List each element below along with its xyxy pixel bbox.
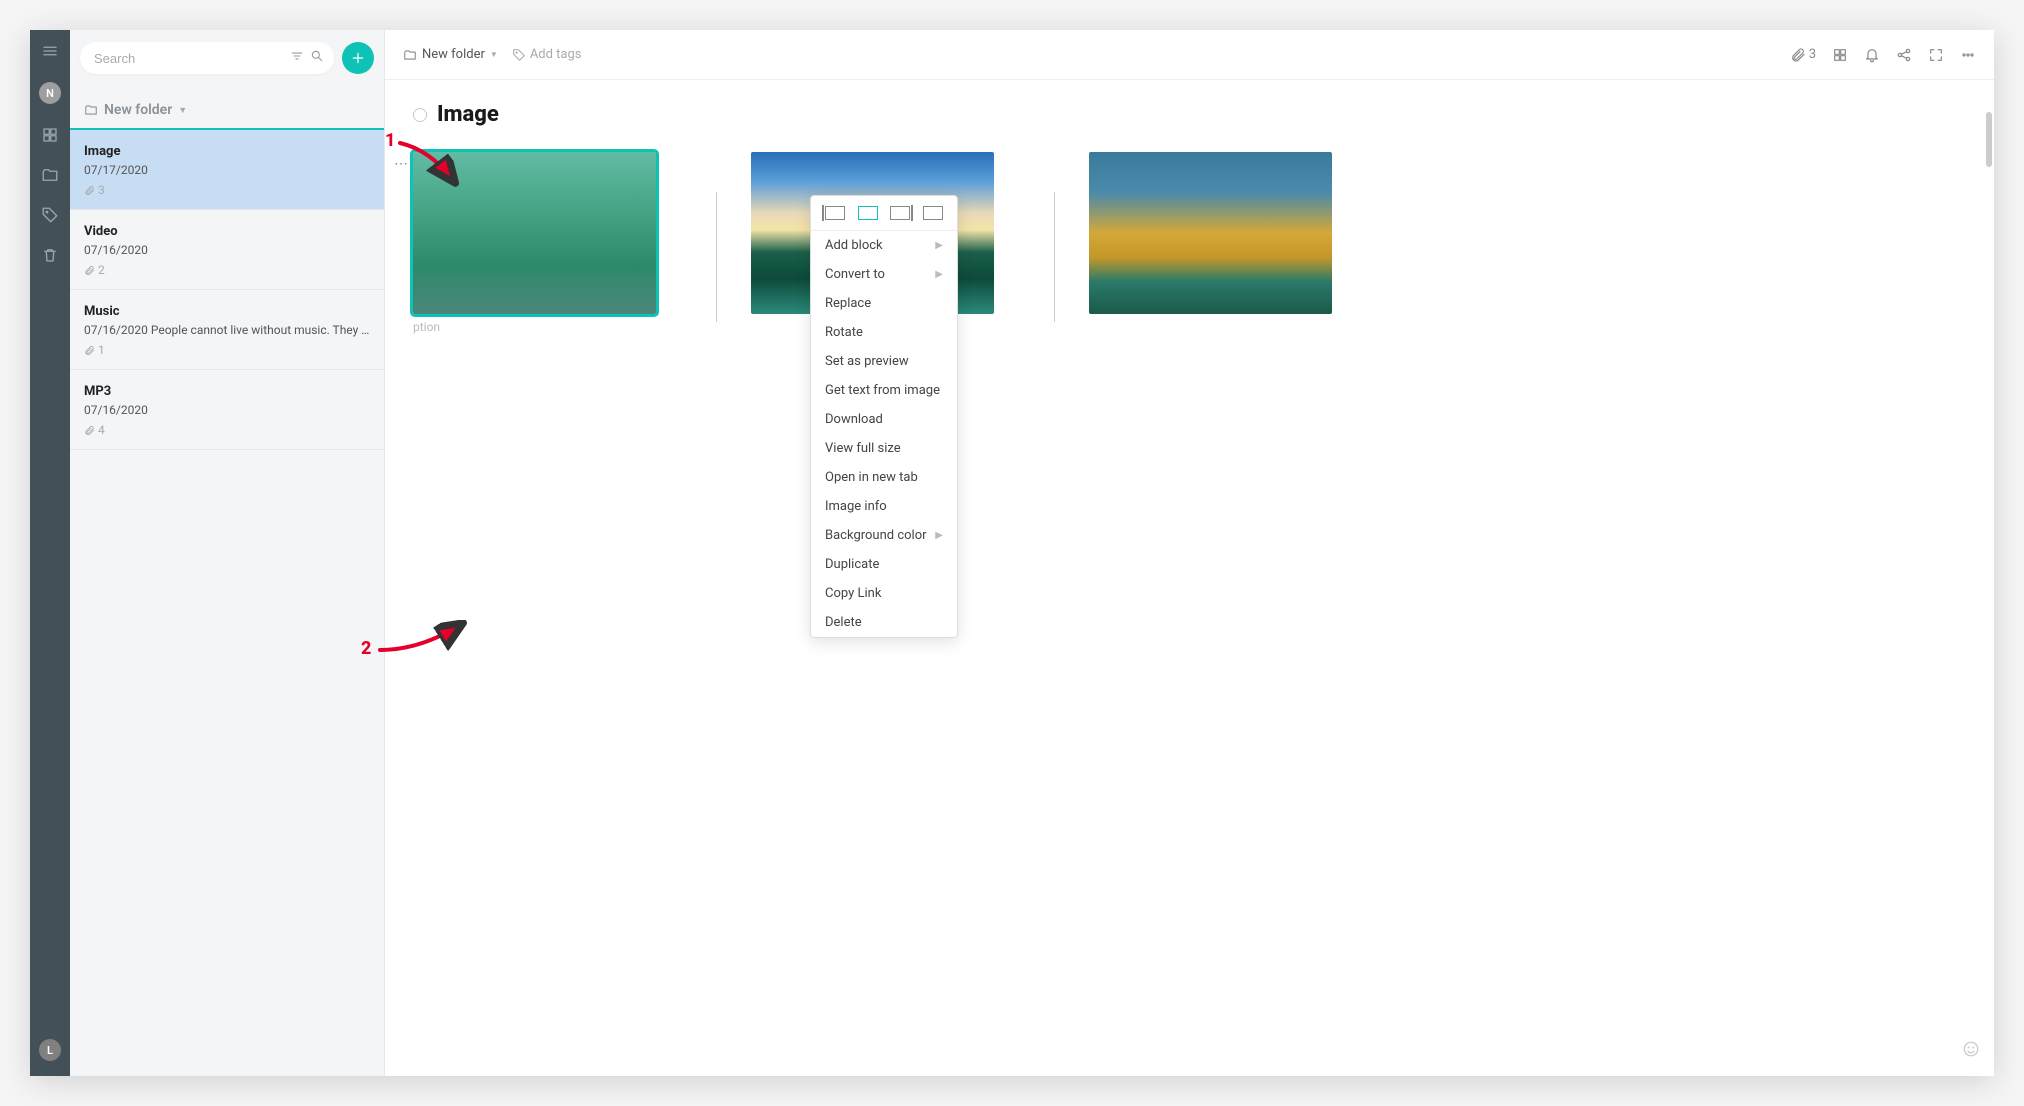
add-button[interactable] [342, 42, 374, 74]
menu-duplicate[interactable]: Duplicate [811, 550, 957, 579]
menu-get-text[interactable]: Get text from image [811, 376, 957, 405]
block-handle-icon[interactable]: ⋯ [394, 156, 409, 172]
note-list: Image 07/17/2020 3 Video 07/16/2020 2 Mu… [70, 130, 384, 1076]
folder-header[interactable]: New folder ▼ [70, 86, 384, 130]
search-icon[interactable] [310, 49, 324, 67]
note-title[interactable]: Image [437, 102, 499, 127]
menu-image-info[interactable]: Image info [811, 492, 957, 521]
image-thumbnail[interactable] [413, 152, 656, 314]
main-panel: New folder ▼ Add tags 3 [385, 30, 1994, 1076]
image-context-menu: Add block▶ Convert to▶ Replace Rotate Se… [810, 195, 958, 638]
list-item-title: Video [84, 224, 370, 239]
image-block[interactable]: ⋯ ption [413, 152, 656, 334]
list-item-title: MP3 [84, 384, 370, 399]
scrollbar[interactable] [1986, 112, 1992, 167]
list-item[interactable]: Video 07/16/2020 2 [70, 210, 384, 290]
image-thumbnail[interactable] [1089, 152, 1332, 314]
chevron-right-icon: ▶ [935, 269, 943, 280]
topbar: New folder ▼ Add tags 3 [385, 30, 1994, 80]
search-input[interactable] [94, 51, 284, 66]
layout-full[interactable] [923, 206, 943, 220]
list-item-attach: 1 [84, 343, 370, 357]
menu-add-block[interactable]: Add block▶ [811, 231, 957, 260]
expand-icon[interactable] [1928, 47, 1944, 63]
add-tags-button[interactable]: Add tags [512, 47, 582, 62]
grid-icon[interactable] [41, 126, 59, 144]
trash-icon[interactable] [41, 246, 59, 264]
image-caption[interactable]: ption [413, 320, 656, 334]
layout-left[interactable] [825, 206, 845, 220]
menu-convert-to[interactable]: Convert to▶ [811, 260, 957, 289]
list-item-attach: 2 [84, 263, 370, 277]
share-icon[interactable] [1896, 47, 1912, 63]
folder-icon[interactable] [41, 166, 59, 184]
chevron-right-icon: ▶ [935, 530, 943, 541]
secondary-avatar[interactable]: L [39, 1039, 61, 1061]
layout-options [811, 196, 957, 231]
list-item-attach: 4 [84, 423, 370, 437]
add-tags-label: Add tags [530, 47, 582, 62]
attachments-count[interactable]: 3 [1790, 47, 1816, 63]
list-item[interactable]: Music 07/16/2020 People cannot live with… [70, 290, 384, 370]
tag-icon[interactable] [41, 206, 59, 224]
menu-view-full[interactable]: View full size [811, 434, 957, 463]
list-item[interactable]: MP3 07/16/2020 4 [70, 370, 384, 450]
chevron-down-icon: ▼ [490, 50, 498, 59]
menu-set-preview[interactable]: Set as preview [811, 347, 957, 376]
image-block[interactable] [1089, 152, 1332, 314]
layout-right[interactable] [890, 206, 910, 220]
menu-replace[interactable]: Replace [811, 289, 957, 318]
chevron-down-icon: ▼ [178, 105, 187, 116]
menu-delete[interactable]: Delete [811, 608, 957, 637]
list-item-date: 07/16/2020 [84, 243, 370, 257]
menu-copy-link[interactable]: Copy Link [811, 579, 957, 608]
more-icon[interactable] [1960, 47, 1976, 63]
list-item-attach: 3 [84, 183, 370, 197]
menu-icon[interactable] [41, 42, 59, 60]
grid-view-icon[interactable] [1832, 47, 1848, 63]
menu-open-tab[interactable]: Open in new tab [811, 463, 957, 492]
note-checkbox[interactable] [413, 108, 427, 122]
menu-download[interactable]: Download [811, 405, 957, 434]
list-item-date: 07/16/2020 [84, 403, 370, 417]
menu-bg-color[interactable]: Background color▶ [811, 521, 957, 550]
list-item[interactable]: Image 07/17/2020 3 [70, 130, 384, 210]
breadcrumb[interactable]: New folder ▼ [403, 47, 498, 62]
menu-rotate[interactable]: Rotate [811, 318, 957, 347]
image-row: ⋯ ption [413, 152, 1966, 334]
user-avatar[interactable]: N [39, 82, 61, 104]
layout-center[interactable] [858, 206, 878, 220]
folder-header-label: New folder [104, 102, 172, 118]
search-box [80, 42, 334, 74]
list-item-date: 07/17/2020 [84, 163, 370, 177]
emoji-icon[interactable] [1962, 1040, 1980, 1062]
nav-rail: N L [30, 30, 70, 1076]
list-item-title: Music [84, 304, 370, 319]
chevron-right-icon: ▶ [935, 240, 943, 251]
breadcrumb-label: New folder [422, 47, 485, 62]
filter-icon[interactable] [290, 49, 304, 67]
note-content: Image ⋯ ption [385, 80, 1994, 1076]
list-item-title: Image [84, 144, 370, 159]
sidebar: New folder ▼ Image 07/17/2020 3 Video 07… [70, 30, 385, 1076]
bell-icon[interactable] [1864, 47, 1880, 63]
list-item-excerpt: 07/16/2020 People cannot live without mu… [84, 323, 370, 337]
